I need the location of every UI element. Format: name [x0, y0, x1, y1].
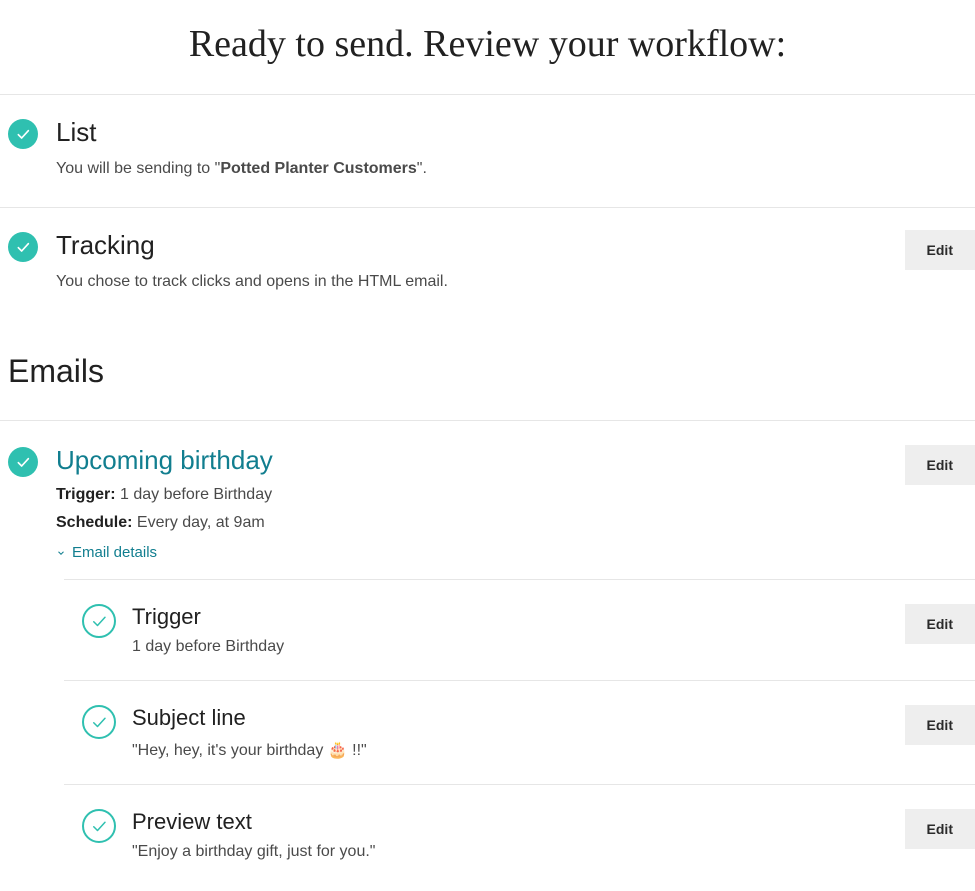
- email-details-toggle[interactable]: Email details: [56, 544, 157, 561]
- edit-preview-button[interactable]: Edit: [905, 809, 975, 849]
- email-details-label: Email details: [72, 544, 157, 561]
- sub-row-subject: Subject line "Hey, hey, it's your birthd…: [64, 680, 975, 783]
- sub-row-trigger: Trigger 1 day before Birthday Edit: [64, 579, 975, 680]
- list-section: List You will be sending to "Potted Plan…: [0, 95, 975, 208]
- check-outline-icon: [82, 809, 116, 843]
- trigger-value: 1 day before Birthday: [116, 486, 273, 503]
- sub-title-trigger: Trigger: [132, 604, 905, 630]
- email-title[interactable]: Upcoming birthday: [56, 445, 905, 476]
- email-block: Upcoming birthday Trigger: 1 day before …: [0, 421, 975, 869]
- email-trigger-line: Trigger: 1 day before Birthday: [56, 486, 905, 504]
- emails-heading: Emails: [0, 319, 975, 421]
- edit-email-button[interactable]: Edit: [905, 445, 975, 485]
- trigger-label: Trigger:: [56, 486, 116, 503]
- check-icon: [8, 232, 38, 262]
- check-outline-icon: [82, 604, 116, 638]
- check-icon: [8, 119, 38, 149]
- sub-row-preview: Preview text "Enjoy a birthday gift, jus…: [64, 784, 975, 869]
- sub-title-subject: Subject line: [132, 705, 905, 731]
- tracking-section: Tracking You chose to track clicks and o…: [0, 208, 975, 320]
- email-schedule-line: Schedule: Every day, at 9am: [56, 514, 905, 532]
- schedule-label: Schedule:: [56, 514, 132, 531]
- check-outline-icon: [82, 705, 116, 739]
- email-sub-list: Trigger 1 day before Birthday Edit Subje…: [64, 579, 975, 869]
- schedule-value: Every day, at 9am: [132, 514, 264, 531]
- edit-subject-button[interactable]: Edit: [905, 705, 975, 745]
- sub-desc-subject: "Hey, hey, it's your birthday 🎂 !!": [132, 740, 905, 760]
- tracking-title: Tracking: [56, 230, 905, 261]
- check-icon: [8, 447, 38, 477]
- chevron-down-icon: [56, 548, 66, 558]
- page-title: Ready to send. Review your workflow:: [0, 0, 975, 94]
- tracking-description: You chose to track clicks and opens in t…: [56, 271, 905, 293]
- list-desc-prefix: You will be sending to ": [56, 160, 220, 177]
- list-desc-suffix: ".: [417, 160, 427, 177]
- sub-desc-trigger: 1 day before Birthday: [132, 638, 905, 656]
- sub-title-preview: Preview text: [132, 809, 905, 835]
- sub-desc-preview: "Enjoy a birthday gift, just for you.": [132, 843, 905, 861]
- list-desc-bold: Potted Planter Customers: [220, 160, 416, 177]
- edit-trigger-button[interactable]: Edit: [905, 604, 975, 644]
- list-description: You will be sending to "Potted Planter C…: [56, 158, 975, 180]
- list-title: List: [56, 117, 975, 148]
- edit-tracking-button[interactable]: Edit: [905, 230, 975, 270]
